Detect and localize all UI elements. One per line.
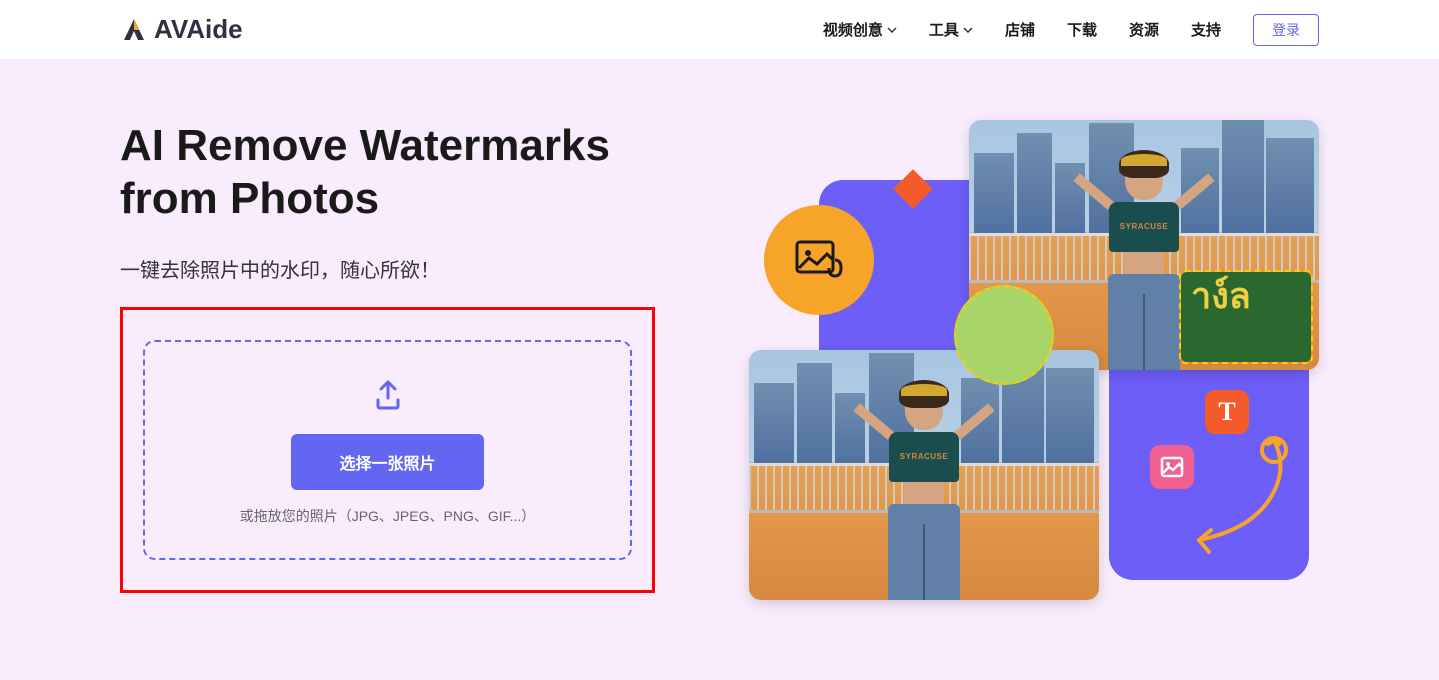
main-nav: 视频创意 工具 店铺 下载 资源 支持 登录 xyxy=(823,14,1319,46)
upload-dropzone[interactable]: 选择一张照片 或拖放您的照片（JPG、JPEG、PNG、GIF...） xyxy=(143,340,632,560)
nav-item-resources[interactable]: 资源 xyxy=(1129,19,1159,40)
watermark-photo-icon xyxy=(791,232,847,288)
main-header: AVAide 视频创意 工具 店铺 下载 资源 支持 登录 xyxy=(0,0,1439,60)
page-title: AI Remove Watermarks from Photos xyxy=(120,120,640,226)
nav-item-shop[interactable]: 店铺 xyxy=(1005,19,1035,40)
decoration-orange-circle xyxy=(764,205,874,315)
nav-item-tools[interactable]: 工具 xyxy=(929,19,973,40)
sample-photo-clean: SYRACUSE xyxy=(749,350,1099,600)
hero-content: AI Remove Watermarks from Photos 一键去除照片中… xyxy=(120,120,640,620)
nav-item-download[interactable]: 下载 xyxy=(1067,19,1097,40)
upload-highlight-frame: 选择一张照片 或拖放您的照片（JPG、JPEG、PNG、GIF...） xyxy=(120,307,655,593)
upload-icon xyxy=(368,374,408,414)
page-subtitle: 一键去除照片中的水印，随心所欲！ xyxy=(120,254,640,283)
watermark-selection-outline xyxy=(1179,270,1313,364)
hero-section: AI Remove Watermarks from Photos 一键去除照片中… xyxy=(0,60,1439,680)
curved-arrow-icon xyxy=(1179,430,1299,560)
chevron-down-icon xyxy=(963,27,973,33)
logo-icon xyxy=(120,16,148,44)
chevron-down-icon xyxy=(887,27,897,33)
brand-logo[interactable]: AVAide xyxy=(120,14,243,45)
login-button[interactable]: 登录 xyxy=(1253,14,1319,46)
text-icon: T xyxy=(1218,397,1235,427)
text-watermark-badge: T xyxy=(1205,390,1249,434)
upload-hint: 或拖放您的照片（JPG、JPEG、PNG、GIF...） xyxy=(165,506,610,526)
decoration-dashed-circle xyxy=(954,285,1054,385)
nav-item-support[interactable]: 支持 xyxy=(1191,19,1221,40)
nav-item-video[interactable]: 视频创意 xyxy=(823,19,897,40)
hero-illustration: SYRACUSE าง์ล SYRACUSE xyxy=(719,120,1319,620)
select-photo-button[interactable]: 选择一张照片 xyxy=(291,434,483,490)
logo-text: AVAide xyxy=(154,14,243,45)
